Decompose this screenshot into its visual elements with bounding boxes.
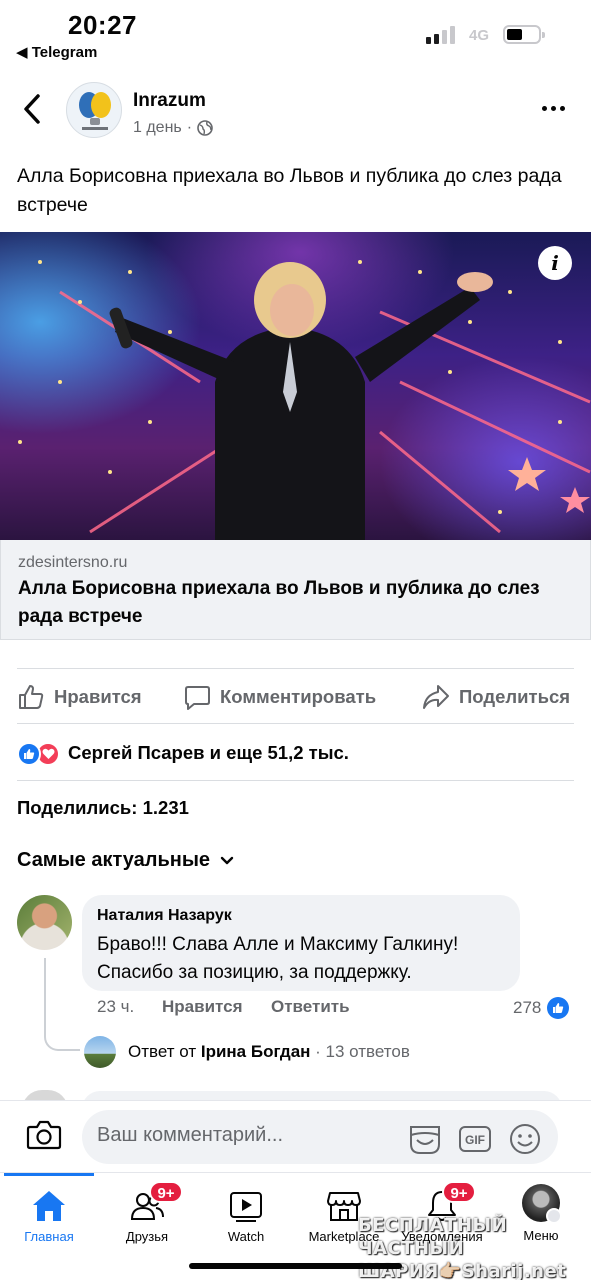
avatar-sticker-icon bbox=[410, 1126, 440, 1154]
view-replies-link[interactable]: Ответ от Ірина Богдан · 13 ответов bbox=[84, 1036, 410, 1068]
comment-likes-count: 278 bbox=[513, 998, 542, 1017]
post-time: 1 день bbox=[133, 119, 182, 136]
thumbs-up-icon bbox=[19, 685, 44, 709]
post-text: Алла Борисовна приехала во Львов и публи… bbox=[17, 165, 562, 216]
signal-strength-icon bbox=[426, 26, 455, 44]
more-options-button[interactable] bbox=[542, 106, 572, 116]
watermark-overlay: БЕСПЛАТНЫЙ ЧАСТНЫЙ ШАРИЯ👉🏻Sharij.net bbox=[358, 1214, 578, 1280]
globe-icon bbox=[197, 120, 213, 136]
comment-bubble[interactable]: Наталия Назарук Браво!!! Слава Алле и Ма… bbox=[82, 895, 520, 991]
shares-count[interactable]: Поделились: 1.231 bbox=[17, 797, 189, 819]
avatar-sticker-button[interactable] bbox=[408, 1122, 442, 1156]
comment-button[interactable]: Комментировать bbox=[184, 675, 376, 719]
comment-input-placeholder: Ваш комментарий... bbox=[97, 1124, 284, 1146]
network-type: 4G bbox=[469, 27, 490, 44]
comment-author-avatar[interactable] bbox=[17, 895, 72, 950]
reply-author: Ірина Богдан bbox=[200, 1042, 311, 1061]
active-tab-indicator bbox=[4, 1173, 94, 1176]
tab-watch-label: Watch bbox=[227, 1229, 265, 1244]
reply-prefix: Ответ от bbox=[128, 1042, 197, 1061]
tab-watch[interactable]: Watch bbox=[196, 1181, 296, 1261]
post-meta: 1 день · bbox=[133, 119, 213, 137]
home-icon bbox=[33, 1191, 65, 1221]
post-header: Inrazum 1 день · bbox=[0, 78, 591, 146]
status-time: 20:27 bbox=[68, 10, 137, 40]
info-button[interactable]: i bbox=[538, 246, 572, 280]
home-indicator[interactable] bbox=[189, 1263, 402, 1269]
share-arrow-icon bbox=[423, 685, 449, 709]
link-preview[interactable]: zdesintersno.ru Алла Борисовна приехала … bbox=[0, 540, 591, 640]
divider bbox=[17, 723, 574, 724]
comment-composer: Ваш комментарий... GIF bbox=[0, 1100, 591, 1172]
comment-like-button[interactable]: Нравится bbox=[162, 997, 243, 1021]
tab-friends-label: Друзья bbox=[125, 1229, 169, 1244]
like-reaction-icon bbox=[17, 742, 41, 766]
like-label: Нравится bbox=[54, 686, 142, 707]
concert-photo bbox=[18, 260, 591, 540]
smiley-icon bbox=[510, 1124, 540, 1154]
comment-text: Браво!!! Слава Алле и Максиму Галкину! С… bbox=[97, 934, 459, 983]
chevron-left-icon bbox=[24, 94, 40, 124]
post-actions: Нравится Комментировать Поделиться bbox=[0, 675, 591, 719]
share-button[interactable]: Поделиться bbox=[422, 675, 570, 719]
page-name[interactable]: Inrazum bbox=[133, 90, 206, 112]
battery-icon bbox=[503, 25, 545, 44]
notifications-badge: 9+ bbox=[442, 1181, 476, 1203]
chevron-down-icon bbox=[220, 856, 234, 864]
comment-bubble-icon bbox=[185, 685, 210, 710]
post-image[interactable]: i bbox=[0, 232, 591, 540]
tab-home[interactable]: Главная bbox=[0, 1181, 99, 1261]
reactions-text: Сергей Псарев и еще 51,2 тыс. bbox=[68, 742, 349, 763]
watermark-line-1: БЕСПЛАТНЫЙ ЧАСТНЫЙ bbox=[358, 1215, 508, 1259]
comment-time: 23 ч. bbox=[97, 997, 135, 1016]
like-button[interactable]: Нравится bbox=[17, 675, 142, 719]
back-to-telegram-link[interactable]: ◀ Telegram bbox=[16, 43, 97, 61]
friends-badge: 9+ bbox=[149, 1181, 183, 1203]
reaction-icons bbox=[17, 740, 63, 766]
comments-sort-dropdown[interactable]: Самые актуальные bbox=[17, 849, 234, 872]
video-play-icon bbox=[230, 1192, 262, 1222]
reactions-summary[interactable]: Сергей Псарев и еще 51,2 тыс. bbox=[17, 738, 349, 768]
meta-dot: · bbox=[186, 119, 193, 136]
comment-author[interactable]: Наталия Назарук bbox=[97, 907, 232, 925]
divider bbox=[17, 668, 574, 669]
camera-icon bbox=[26, 1120, 62, 1150]
tab-home-label: Главная bbox=[24, 1229, 74, 1244]
svg-text:GIF: GIF bbox=[465, 1133, 485, 1147]
page-avatar[interactable] bbox=[66, 82, 122, 138]
comment-reply-button[interactable]: Ответить bbox=[271, 997, 350, 1021]
camera-button[interactable] bbox=[26, 1119, 62, 1151]
reply-count: · 13 ответов bbox=[315, 1042, 410, 1061]
reply-author-avatar bbox=[84, 1036, 116, 1068]
share-label: Поделиться bbox=[459, 686, 571, 707]
emoji-button[interactable] bbox=[508, 1122, 542, 1156]
gif-icon: GIF bbox=[459, 1126, 491, 1152]
comment-likes[interactable]: 278 bbox=[513, 997, 570, 1019]
sort-label: Самые актуальные bbox=[17, 849, 211, 871]
comment-label: Комментировать bbox=[220, 686, 377, 707]
comment-input[interactable]: Ваш комментарий... GIF bbox=[82, 1110, 558, 1164]
link-title: Алла Борисовна приехала во Львов и публи… bbox=[18, 578, 540, 627]
reply-thread-line bbox=[44, 958, 80, 1051]
back-button[interactable] bbox=[18, 92, 48, 126]
like-reaction-icon bbox=[547, 997, 570, 1019]
tab-friends[interactable]: Друзья 9+ bbox=[97, 1181, 197, 1261]
gif-button[interactable]: GIF bbox=[458, 1122, 492, 1156]
link-domain: zdesintersno.ru bbox=[18, 554, 128, 571]
brain-bulb-logo-icon bbox=[79, 92, 111, 130]
storefront-icon bbox=[327, 1192, 361, 1221]
status-bar: 20:27 ◀ Telegram 4G bbox=[0, 0, 591, 70]
divider bbox=[17, 780, 574, 781]
